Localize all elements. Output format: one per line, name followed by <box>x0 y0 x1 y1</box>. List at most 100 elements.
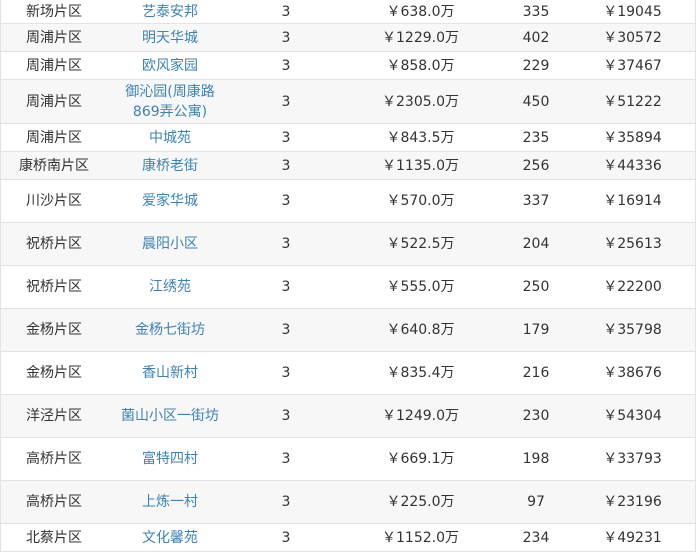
price-cell: ￥843.5万 <box>386 129 455 146</box>
district-cell: 高桥片区 <box>26 451 82 467</box>
community-link[interactable]: 香山新村 <box>107 363 233 383</box>
count-cell: 216 <box>522 365 550 381</box>
table-row: 周浦片区 欧风家园 3 ￥858.0万 229 ￥37467 <box>1 52 695 80</box>
unit-price-cell: ￥37467 <box>603 57 662 74</box>
price-cell: ￥1135.0万 <box>382 157 459 174</box>
district-cell: 高桥片区 <box>26 494 82 510</box>
price-cell: ￥1249.0万 <box>382 408 459 424</box>
unit-price-cell: ￥23196 <box>603 494 662 510</box>
district-cell: 新场片区 <box>26 3 82 20</box>
unit-price-cell: ￥33793 <box>603 451 662 467</box>
community-link[interactable]: 文化馨苑 <box>107 528 233 548</box>
community-link[interactable]: 爱家华城 <box>107 191 233 211</box>
table-row: 高桥片区 上炼一村 3 ￥225.0万 97 ￥23196 <box>1 481 695 524</box>
community-link[interactable]: 金杨七街坊 <box>107 320 233 340</box>
count-cell: 335 <box>522 3 550 20</box>
community-link[interactable]: 艺泰安邦 <box>107 2 233 22</box>
community-link[interactable]: 菌山小区一街坊 <box>107 406 233 426</box>
price-cell: ￥1229.0万 <box>382 29 459 46</box>
count-cell: 97 <box>527 494 545 510</box>
table-row: 祝桥片区 江绣苑 3 ￥555.0万 250 ￥22200 <box>1 266 695 309</box>
table-row: 康桥南片区 康桥老街 3 ￥1135.0万 256 ￥44336 <box>1 152 695 180</box>
rooms-cell: 3 <box>281 193 291 209</box>
community-link[interactable]: 明天华城 <box>107 28 233 48</box>
price-cell: ￥835.4万 <box>386 365 455 381</box>
price-cell: ￥555.0万 <box>386 279 455 295</box>
table-row: 川沙片区 爱家华城 3 ￥570.0万 337 ￥16914 <box>1 180 695 223</box>
unit-price-cell: ￥44336 <box>603 157 662 174</box>
rooms-cell: 3 <box>281 236 291 252</box>
rooms-cell: 3 <box>281 279 291 295</box>
district-cell: 周浦片区 <box>26 29 82 46</box>
listings-table: 新场片区 艺泰安邦 3 ￥638.0万 335 ￥19045 周浦片区 明天华城… <box>0 0 696 552</box>
count-cell: 230 <box>522 408 550 424</box>
unit-price-cell: ￥35798 <box>603 322 662 338</box>
count-cell: 179 <box>522 322 550 338</box>
table-row: 周浦片区 明天华城 3 ￥1229.0万 402 ￥30572 <box>1 24 695 52</box>
district-cell: 周浦片区 <box>26 129 82 146</box>
community-link[interactable]: 晨阳小区 <box>107 234 233 254</box>
price-cell: ￥858.0万 <box>386 57 455 74</box>
unit-price-cell: ￥38676 <box>603 365 662 381</box>
price-cell: ￥570.0万 <box>386 193 455 209</box>
count-cell: 337 <box>522 193 550 209</box>
unit-price-cell: ￥54304 <box>603 408 662 424</box>
price-cell: ￥640.8万 <box>386 322 455 338</box>
table-row: 高桥片区 富特四村 3 ￥669.1万 198 ￥33793 <box>1 438 695 481</box>
rooms-cell: 3 <box>281 322 291 338</box>
table-row: 祝桥片区 晨阳小区 3 ￥522.5万 204 ￥25613 <box>1 223 695 266</box>
community-link[interactable]: 江绣苑 <box>107 277 233 297</box>
table-row: 北蔡片区 文化馨苑 3 ￥1152.0万 234 ￥49231 <box>1 524 695 552</box>
price-cell: ￥522.5万 <box>386 236 455 252</box>
community-link[interactable]: 上炼一村 <box>107 492 233 512</box>
rooms-cell: 3 <box>281 494 291 510</box>
unit-price-cell: ￥35894 <box>603 129 662 146</box>
district-cell: 周浦片区 <box>26 93 82 110</box>
count-cell: 450 <box>522 93 550 110</box>
district-cell: 金杨片区 <box>26 322 82 338</box>
rooms-cell: 3 <box>281 408 291 424</box>
rooms-cell: 3 <box>281 529 291 546</box>
rooms-cell: 3 <box>281 451 291 467</box>
price-cell: ￥2305.0万 <box>382 93 459 110</box>
community-link[interactable]: 御沁园(周康路869弄公寓) <box>107 82 233 122</box>
unit-price-cell: ￥51222 <box>603 93 662 110</box>
rooms-cell: 3 <box>281 157 291 174</box>
district-cell: 康桥南片区 <box>19 157 89 174</box>
price-cell: ￥225.0万 <box>386 494 455 510</box>
district-cell: 川沙片区 <box>26 193 82 209</box>
count-cell: 229 <box>522 57 550 74</box>
count-cell: 250 <box>522 279 550 295</box>
district-cell: 周浦片区 <box>26 57 82 74</box>
unit-price-cell: ￥19045 <box>603 3 662 20</box>
count-cell: 204 <box>522 236 550 252</box>
price-cell: ￥638.0万 <box>386 3 455 20</box>
community-link[interactable]: 中城苑 <box>107 128 233 148</box>
rooms-cell: 3 <box>281 29 291 46</box>
count-cell: 402 <box>522 29 550 46</box>
district-cell: 祝桥片区 <box>26 279 82 295</box>
rooms-cell: 3 <box>281 93 291 110</box>
table-row: 金杨片区 金杨七街坊 3 ￥640.8万 179 ￥35798 <box>1 309 695 352</box>
rooms-cell: 3 <box>281 3 291 20</box>
count-cell: 235 <box>522 129 550 146</box>
rooms-cell: 3 <box>281 57 291 74</box>
unit-price-cell: ￥49231 <box>603 529 662 546</box>
price-cell: ￥669.1万 <box>386 451 455 467</box>
community-link[interactable]: 康桥老街 <box>107 156 233 176</box>
district-cell: 北蔡片区 <box>26 529 82 546</box>
count-cell: 198 <box>522 451 550 467</box>
table-row: 新场片区 艺泰安邦 3 ￥638.0万 335 ￥19045 <box>1 0 695 24</box>
unit-price-cell: ￥16914 <box>603 193 662 209</box>
community-link[interactable]: 富特四村 <box>107 449 233 469</box>
district-cell: 金杨片区 <box>26 365 82 381</box>
district-cell: 祝桥片区 <box>26 236 82 252</box>
unit-price-cell: ￥25613 <box>603 236 662 252</box>
community-link[interactable]: 欧风家园 <box>107 56 233 76</box>
district-cell: 洋泾片区 <box>26 408 82 424</box>
count-cell: 256 <box>522 157 550 174</box>
table-row: 洋泾片区 菌山小区一街坊 3 ￥1249.0万 230 ￥54304 <box>1 395 695 438</box>
table-row: 周浦片区 中城苑 3 ￥843.5万 235 ￥35894 <box>1 124 695 152</box>
table-row: 周浦片区 御沁园(周康路869弄公寓) 3 ￥2305.0万 450 ￥5122… <box>1 80 695 124</box>
price-cell: ￥1152.0万 <box>382 529 459 546</box>
